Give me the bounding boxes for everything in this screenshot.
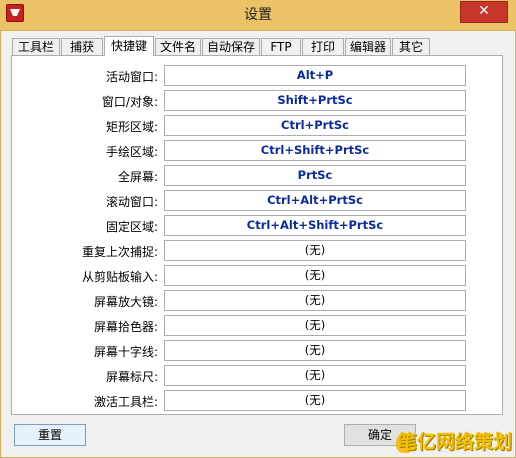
tab-autosave[interactable]: 自动保存 xyxy=(202,38,260,55)
hotkey-label: 活动窗口: xyxy=(105,70,158,84)
hotkey-row: 屏幕十字线: (无) xyxy=(12,340,504,362)
tab-print[interactable]: 打印 xyxy=(302,38,344,55)
hotkey-label: 窗口/对象: xyxy=(101,95,158,109)
hotkeys-panel: 活动窗口: Alt+P 窗口/对象: Shift+PrtSc 矩形区域: Ctr… xyxy=(11,55,503,415)
hotkey-row: 窗口/对象: Shift+PrtSc xyxy=(12,90,504,112)
title-bar: 设置 ✕ xyxy=(0,0,516,31)
tab-other[interactable]: 其它 xyxy=(392,38,430,55)
hotkey-label: 重复上次捕捉: xyxy=(81,245,158,259)
hotkey-label: 全屏幕: xyxy=(117,170,158,184)
hotkey-row: 屏幕放大镜: (无) xyxy=(12,290,504,312)
tab-toolbar[interactable]: 工具栏 xyxy=(12,38,60,55)
hotkey-field[interactable]: Ctrl+Shift+PrtSc xyxy=(164,140,466,161)
hotkey-label: 屏幕拾色器: xyxy=(93,320,158,334)
hotkey-row: 重复上次捕捉: (无) xyxy=(12,240,504,262)
tab-capture[interactable]: 捕获 xyxy=(61,38,103,55)
reset-button[interactable]: 重置 xyxy=(14,424,86,446)
hotkey-label: 屏幕标尺: xyxy=(105,370,158,384)
hotkey-field[interactable]: PrtSc xyxy=(164,165,466,186)
hotkey-field[interactable]: (无) xyxy=(164,340,466,361)
hotkey-row: 激活工具栏: (无) xyxy=(12,390,504,412)
hotkey-field[interactable]: Alt+P xyxy=(164,65,466,86)
hotkey-row: 全屏幕: PrtSc xyxy=(12,165,504,187)
hotkey-row: 活动窗口: Alt+P xyxy=(12,65,504,87)
hotkey-row: 屏幕拾色器: (无) xyxy=(12,315,504,337)
hotkey-field[interactable]: (无) xyxy=(164,265,466,286)
hotkey-row: 矩形区域: Ctrl+PrtSc xyxy=(12,115,504,137)
hotkey-row: 从剪贴板输入: (无) xyxy=(12,265,504,287)
hotkey-label: 手绘区域: xyxy=(105,145,158,159)
hotkey-field[interactable]: Ctrl+PrtSc xyxy=(164,115,466,136)
hotkey-label: 激活工具栏: xyxy=(93,395,158,409)
hotkey-field[interactable]: (无) xyxy=(164,390,466,411)
tab-hotkeys[interactable]: 快捷键 xyxy=(104,36,154,56)
hotkey-label: 滚动窗口: xyxy=(105,195,158,209)
window-title: 设置 xyxy=(244,7,272,23)
hotkey-field[interactable]: (无) xyxy=(164,240,466,261)
hotkey-field[interactable]: (无) xyxy=(164,315,466,336)
hotkey-field[interactable]: (无) xyxy=(164,290,466,311)
hotkey-label: 从剪贴板输入: xyxy=(81,270,158,284)
hotkey-row: 滚动窗口: Ctrl+Alt+PrtSc xyxy=(12,190,504,212)
close-button[interactable]: ✕ xyxy=(460,1,508,23)
tab-editor[interactable]: 编辑器 xyxy=(345,38,391,55)
watermark: 笔亿网络策划 xyxy=(397,431,512,453)
tab-ftp[interactable]: FTP xyxy=(261,38,301,55)
hotkey-label: 矩形区域: xyxy=(105,120,158,134)
hotkey-label: 屏幕放大镜: xyxy=(93,295,158,309)
tab-filename[interactable]: 文件名 xyxy=(155,38,201,55)
hotkey-label: 固定区域: xyxy=(105,220,158,234)
hotkey-label: 屏幕十字线: xyxy=(93,345,158,359)
hotkey-row: 固定区域: Ctrl+Alt+Shift+PrtSc xyxy=(12,215,504,237)
hotkey-field[interactable]: Ctrl+Alt+PrtSc xyxy=(164,190,466,211)
hotkey-field[interactable]: Ctrl+Alt+Shift+PrtSc xyxy=(164,215,466,236)
hotkey-row: 屏幕标尺: (无) xyxy=(12,365,504,387)
hotkey-row: 手绘区域: Ctrl+Shift+PrtSc xyxy=(12,140,504,162)
hotkey-field[interactable]: (无) xyxy=(164,365,466,386)
hotkey-field[interactable]: Shift+PrtSc xyxy=(164,90,466,111)
